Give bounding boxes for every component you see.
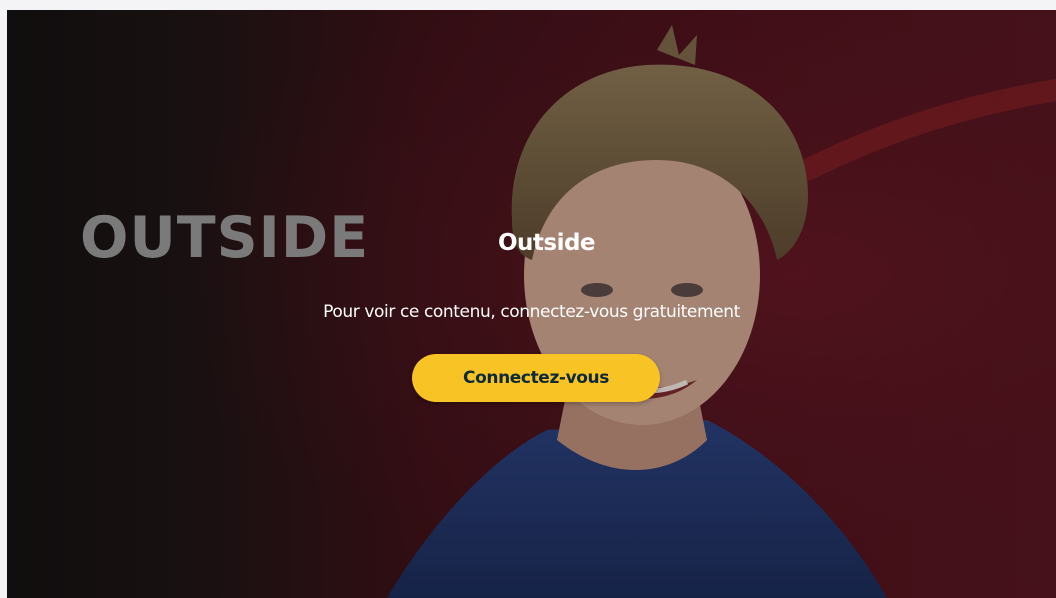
login-required-message: Pour voir ce contenu, connectez-vous gra… — [323, 302, 740, 322]
page-title: Outside — [497, 230, 596, 256]
content-locked-player: OUTSIDE Outside Pour voir ce contenu, co… — [7, 10, 1056, 598]
login-button[interactable]: Connectez-vous — [412, 354, 660, 402]
